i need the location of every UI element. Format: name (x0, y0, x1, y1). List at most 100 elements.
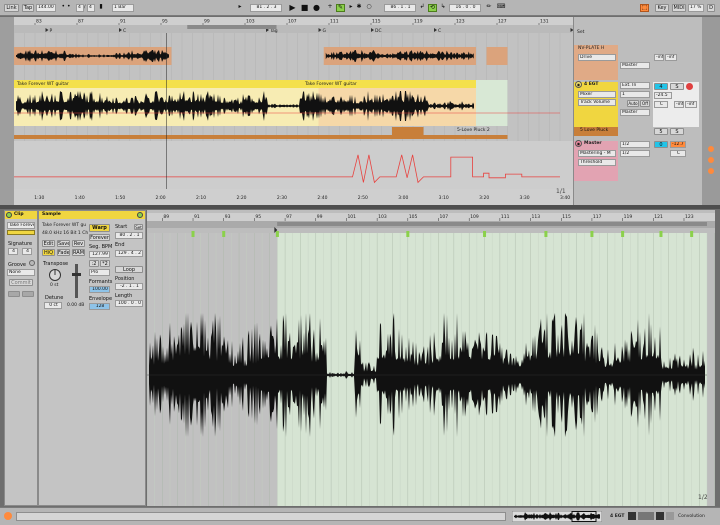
loop-length-field[interactable]: 16 . 0 . 0 (449, 4, 481, 12)
track2-input[interactable]: Ext. In (620, 82, 650, 89)
track2-monitor-off[interactable]: Off (640, 100, 650, 107)
fade-button[interactable]: Fade (57, 249, 70, 256)
track2-arm-icon[interactable] (686, 83, 693, 90)
groove-dropdown[interactable]: None (7, 269, 35, 276)
io-toggle-icon[interactable] (708, 146, 714, 152)
reverse-button[interactable]: Rev (72, 240, 85, 247)
metronome-dots-icon[interactable]: • • (59, 3, 73, 11)
back-to-arrangement-icon[interactable]: ▸ (235, 3, 245, 11)
gain-slider[interactable] (75, 264, 78, 298)
track2-activator-icon[interactable]: ◉ (575, 81, 582, 88)
end-field[interactable]: 129 . 4 . 2 (115, 250, 143, 257)
overdub-icon[interactable]: + (326, 3, 334, 11)
envelope-field[interactable]: 128 (89, 303, 110, 310)
master-pan[interactable]: C (670, 150, 686, 157)
hiq-button[interactable]: HiQ (42, 249, 55, 256)
punch-out-icon[interactable]: ↳ (439, 3, 447, 11)
start-field[interactable]: 80 . 2 . 1 (115, 232, 143, 239)
master-volume[interactable]: -12.7 (670, 141, 686, 148)
track1-device[interactable]: Drive (578, 54, 616, 61)
track3-solo[interactable]: S (670, 128, 684, 135)
device-view-toggle-icon[interactable] (628, 512, 636, 520)
sends-toggle-icon[interactable] (708, 157, 714, 163)
link-button[interactable]: Link (4, 4, 19, 12)
signature-numerator[interactable]: 4 (76, 4, 84, 12)
groove-pool-icon[interactable] (29, 260, 35, 266)
position-field[interactable]: -2 . 1 . 1 (115, 283, 143, 290)
clip-color-chooser[interactable] (7, 230, 35, 235)
loop-start-field[interactable]: 86 . 1 . 1 (384, 4, 416, 12)
midi-map-button[interactable]: MIDI (672, 4, 686, 12)
save-button[interactable]: Save (57, 240, 70, 247)
signature-denominator[interactable]: 4 (87, 4, 95, 12)
midi-editor-toggle-icon[interactable] (638, 512, 654, 520)
track2-channel[interactable]: 1 (620, 91, 650, 98)
clip-nav-left[interactable] (8, 291, 20, 297)
detune-field[interactable]: 0 ct (44, 302, 62, 309)
commit-button[interactable]: Commit (9, 279, 33, 286)
formants-field[interactable]: 100.00 (89, 286, 110, 293)
track2-pan[interactable]: C (654, 101, 668, 108)
track1-output[interactable]: Master (620, 62, 650, 69)
track2-device-chooser[interactable]: Mixer (578, 91, 616, 98)
sample-expand-icon[interactable] (137, 212, 143, 218)
warp-button[interactable]: Warp (89, 224, 110, 232)
master-activator-icon[interactable]: ◉ (575, 140, 582, 147)
follow-icon[interactable]: ▮ (97, 3, 105, 11)
draw-mode-icon[interactable]: ✏ (485, 3, 493, 11)
info-view-icon[interactable] (4, 512, 12, 520)
halve-tempo-button[interactable]: :2 (89, 260, 99, 267)
session-record-icon[interactable]: ○ (365, 3, 373, 11)
key-map-button[interactable]: Key (655, 4, 669, 12)
play-icon[interactable]: ▶ (288, 3, 297, 12)
warp-mode-dropdown[interactable]: Pro (89, 269, 110, 276)
master-input[interactable]: 1/2 (620, 141, 650, 148)
double-tempo-button[interactable]: *2 (100, 260, 110, 267)
clip-signature-numerator[interactable]: 4 (8, 248, 18, 255)
warp-marker-name[interactable]: Forever (89, 234, 110, 241)
track3-number[interactable]: 5 (654, 128, 668, 135)
record-icon[interactable]: ● (312, 3, 321, 12)
position-field[interactable]: 81 . 2 . 3 (250, 4, 282, 12)
automation-arm-icon[interactable]: ✎ (336, 4, 345, 12)
warp-marker (659, 231, 663, 237)
track2-number[interactable]: 4 (654, 83, 668, 90)
seg-bpm-field[interactable]: 127.99 (89, 251, 110, 258)
re-enable-automation-icon[interactable]: ▸ (347, 3, 355, 11)
computer-keyboard-icon[interactable]: ⌨ (496, 3, 506, 11)
tempo-field[interactable]: 144.00 (36, 4, 56, 12)
edit-button[interactable]: Edit (42, 240, 55, 247)
key-map-icon[interactable]: ⬚ (640, 4, 649, 12)
master-param-chooser[interactable]: Threshold (578, 159, 616, 166)
tap-button[interactable]: Tap (22, 4, 34, 12)
track2-volume[interactable]: -24.5 (654, 92, 672, 99)
sample-editor-canvas[interactable]: 89 91 93 95 97 99 101 103 105 107 109 111 113 115 117 1… (147, 210, 715, 506)
device-chain-toggle-icon[interactable] (666, 512, 674, 520)
master-output[interactable]: 1/2 (620, 150, 650, 157)
master-device-chooser[interactable]: Mastering - M (578, 150, 616, 157)
quantize-dropdown[interactable]: 1 Bar (112, 4, 134, 12)
view-divider[interactable] (0, 205, 720, 209)
overview-mini-waveform[interactable] (512, 511, 602, 522)
gain-slider-handle[interactable] (72, 273, 81, 276)
clip-name-field[interactable]: Take Forever (7, 222, 35, 229)
clip-activator-icon[interactable] (6, 212, 12, 218)
ram-button[interactable]: RAM (72, 249, 85, 256)
capture-icon[interactable]: ✱ (355, 3, 363, 11)
stop-icon[interactable]: ■ (300, 3, 309, 12)
length-field[interactable]: 100 . 0 . 0 (115, 300, 143, 307)
clip-nav-right[interactable] (22, 291, 34, 297)
loop-button[interactable]: Loop (115, 266, 143, 273)
mixer-toggle-icon[interactable] (708, 168, 714, 174)
loop-switch-icon[interactable]: ⟲ (428, 4, 437, 12)
transpose-knob-icon[interactable] (48, 268, 62, 282)
track2-output[interactable]: Master (620, 109, 650, 116)
set-start-button[interactable]: Set (134, 224, 143, 230)
master-number[interactable]: 0 (654, 141, 668, 148)
clip-signature-denominator[interactable]: 4 (22, 248, 32, 255)
track2-monitor-auto[interactable]: Auto (627, 100, 639, 107)
track2-solo[interactable]: S (670, 83, 684, 90)
track2-param-chooser[interactable]: Track Volume (578, 99, 616, 106)
clip-view-toggle-icon[interactable] (656, 512, 664, 520)
punch-in-icon[interactable]: ↲ (418, 3, 426, 11)
